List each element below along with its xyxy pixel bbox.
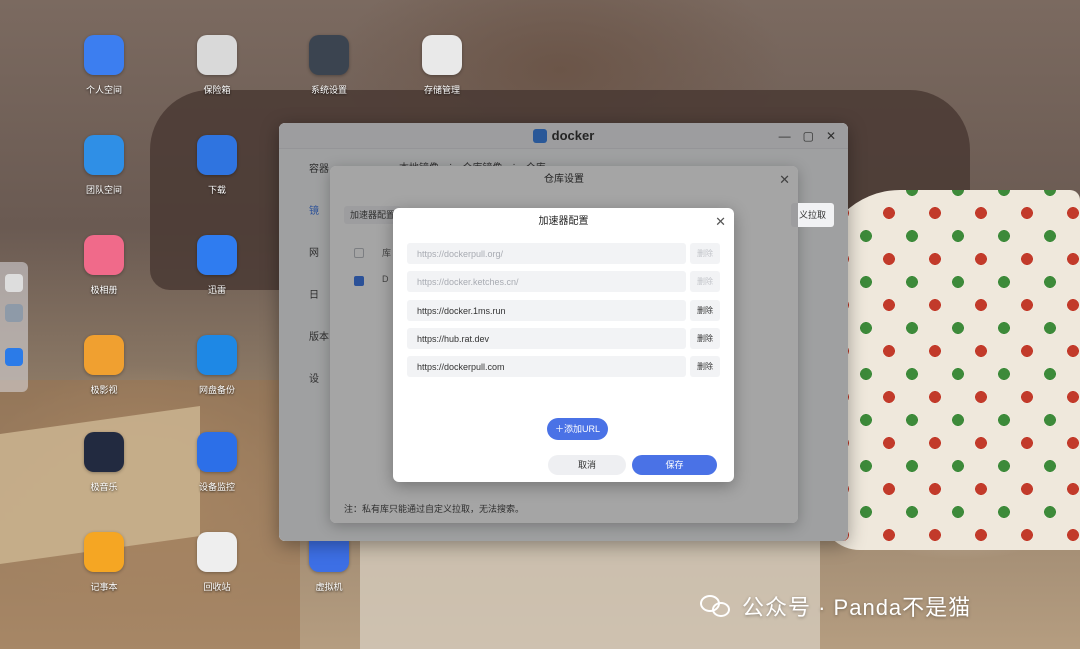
cloud-backup-icon xyxy=(197,335,237,375)
desktop-icon-safe[interactable]: 保险箱 xyxy=(177,35,257,96)
desktop-icon-storage[interactable]: 存储管理 xyxy=(402,35,482,96)
desktop-icon-label: 极音乐 xyxy=(90,482,118,492)
dock-docker-icon[interactable] xyxy=(5,348,23,366)
accel-dialog-title: 加速器配置 xyxy=(538,216,589,227)
dock-apps-icon[interactable] xyxy=(5,304,23,322)
url-row: 删除 xyxy=(407,328,720,349)
desktop-icon-label: 保险箱 xyxy=(203,85,231,95)
desktop-icon-trash[interactable]: 回收站 xyxy=(177,532,257,593)
url-input[interactable] xyxy=(407,356,686,377)
url-row: 删除 xyxy=(407,243,720,264)
thunder-icon xyxy=(197,235,237,275)
video-icon xyxy=(84,335,124,375)
desktop-icon-label: 网盘备份 xyxy=(198,385,235,395)
folder-icon xyxy=(84,35,124,75)
desktop-icon-label: 系统设置 xyxy=(310,85,347,95)
desktop-icon-download-globe[interactable]: 下载 xyxy=(177,135,257,196)
watermark-text: 公众号 · Panda不是猫 xyxy=(742,595,972,620)
desktop-icon-video[interactable]: 极影视 xyxy=(64,335,144,396)
desktop-icon-label: 迅雷 xyxy=(207,285,226,295)
add-url-button[interactable]: ＋添加URL xyxy=(547,418,608,440)
plus-icon: ＋ xyxy=(554,424,564,434)
desktop-icon-music[interactable]: 极音乐 xyxy=(64,432,144,493)
safe-icon xyxy=(197,35,237,75)
delete-url-button[interactable]: 删除 xyxy=(690,328,720,349)
desktop-icon-monitor-chart[interactable]: 设备监控 xyxy=(177,432,257,493)
delete-url-button: 删除 xyxy=(690,271,720,292)
url-row: 删除 xyxy=(407,300,720,321)
desktop-icon-label: 设备监控 xyxy=(198,482,235,492)
team-folder-icon xyxy=(84,135,124,175)
desktop-icon-folder[interactable]: 个人空间 xyxy=(64,35,144,96)
left-dock xyxy=(0,262,28,392)
notepad-icon xyxy=(84,532,124,572)
url-row: 删除 xyxy=(407,271,720,292)
desktop-icon-cloud-backup[interactable]: 网盘备份 xyxy=(177,335,257,396)
add-url-label: 添加URL xyxy=(564,424,601,434)
storage-icon xyxy=(422,35,462,75)
desktop-icon-thunder[interactable]: 迅雷 xyxy=(177,235,257,296)
desktop-icon-photos[interactable]: 极相册 xyxy=(64,235,144,296)
wallpaper-blanket xyxy=(820,190,1080,550)
watermark: 公众号 · Panda不是猫 xyxy=(700,590,971,622)
url-row: 删除 xyxy=(407,356,720,377)
desktop-icon-vm[interactable]: 虚拟机 xyxy=(289,532,369,593)
desktop-icon-label: 个人空间 xyxy=(85,85,122,95)
desktop-icon-label: 下载 xyxy=(207,185,226,195)
desktop-icon-label: 团队空间 xyxy=(85,185,122,195)
desktop-icon-label: 回收站 xyxy=(203,582,231,592)
dock-user-icon[interactable] xyxy=(5,274,23,292)
desktop-icon-label: 虚拟机 xyxy=(315,582,343,592)
photos-icon xyxy=(84,235,124,275)
url-input[interactable] xyxy=(407,328,686,349)
url-input[interactable] xyxy=(407,300,686,321)
delete-url-button[interactable]: 删除 xyxy=(690,356,720,377)
url-input xyxy=(407,243,686,264)
desktop-icon-notepad[interactable]: 记事本 xyxy=(64,532,144,593)
url-input xyxy=(407,271,686,292)
trash-icon xyxy=(197,532,237,572)
music-icon xyxy=(84,432,124,472)
accelerator-config-dialog: 加速器配置 ✕ 删除删除删除删除删除 ＋添加URL 取消 保存 xyxy=(393,208,734,482)
settings-icon xyxy=(309,35,349,75)
desktop-icon-settings[interactable]: 系统设置 xyxy=(289,35,369,96)
desktop-icon-label: 极影视 xyxy=(90,385,118,395)
cancel-button[interactable]: 取消 xyxy=(548,455,626,475)
download-globe-icon xyxy=(197,135,237,175)
delete-url-button: 删除 xyxy=(690,243,720,264)
close-icon[interactable]: ✕ xyxy=(715,208,726,236)
delete-url-button[interactable]: 删除 xyxy=(690,300,720,321)
wechat-icon xyxy=(700,593,734,619)
desktop-icon-label: 存储管理 xyxy=(423,85,460,95)
monitor-chart-icon xyxy=(197,432,237,472)
desktop-icon-label: 记事本 xyxy=(90,582,118,592)
save-button[interactable]: 保存 xyxy=(632,455,717,475)
desktop-icon-team-folder[interactable]: 团队空间 xyxy=(64,135,144,196)
desktop-icon-label: 极相册 xyxy=(90,285,118,295)
